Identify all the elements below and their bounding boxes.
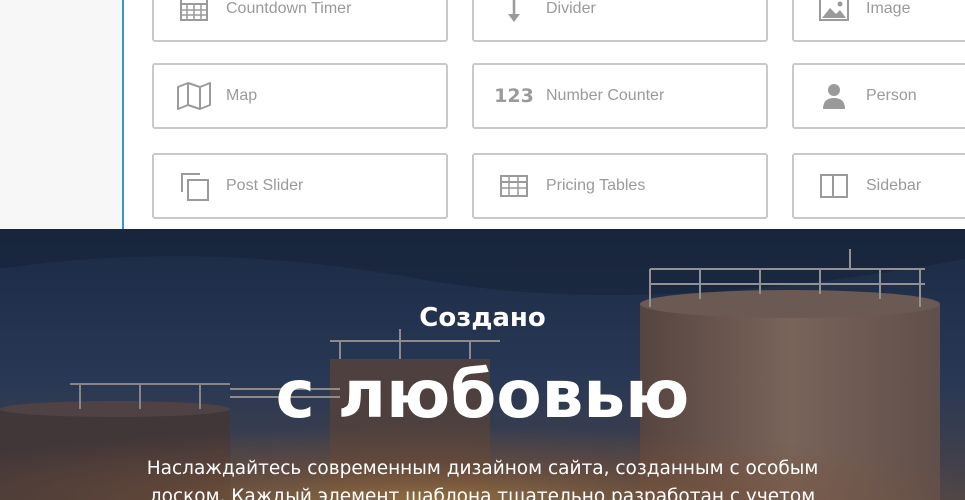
table-icon [496, 168, 532, 204]
widget-countdown-timer[interactable]: Countdown Timer [152, 0, 448, 42]
widget-number-counter[interactable]: 123 Number Counter [472, 63, 768, 129]
copy-icon [176, 168, 212, 204]
widget-person[interactable]: Person [792, 63, 965, 129]
widget-sidebar[interactable]: Sidebar [792, 153, 965, 219]
number-counter-icon: 123 [494, 85, 534, 107]
widget-image[interactable]: Image [792, 0, 965, 42]
widget-label: Post Slider [226, 177, 304, 194]
widget-label: Divider [546, 0, 596, 17]
hero-title: с любовью [275, 356, 690, 433]
widget-label: Sidebar [866, 177, 922, 194]
widget-pricing-tables[interactable]: Pricing Tables [472, 153, 768, 219]
widget-label: Countdown Timer [226, 0, 352, 17]
widget-label: Pricing Tables [546, 177, 646, 194]
widget-panel: Countdown Timer Divider Image Map 123 Nu… [0, 0, 965, 229]
hero-subtitle: Создано [419, 303, 546, 333]
widget-grid: Countdown Timer Divider Image Map 123 Nu… [0, 0, 965, 229]
divider-arrow-icon [496, 0, 532, 27]
hero-section: Создано с любовью Наслаждайтесь современ… [0, 229, 965, 500]
image-icon [816, 0, 852, 27]
widget-post-slider[interactable]: Post Slider [152, 153, 448, 219]
widget-map[interactable]: Map [152, 63, 448, 129]
widget-label: Map [226, 87, 258, 104]
map-icon [176, 78, 212, 114]
widget-label: Person [866, 87, 917, 104]
sidebar-icon [816, 168, 852, 204]
calendar-grid-icon [176, 0, 212, 27]
person-icon [816, 78, 852, 114]
widget-label: Number Counter [546, 87, 665, 104]
widget-label: Image [866, 0, 911, 17]
widget-divider[interactable]: Divider [472, 0, 768, 42]
hero-description: Наслаждайтесь современным дизайном сайта… [146, 458, 819, 500]
